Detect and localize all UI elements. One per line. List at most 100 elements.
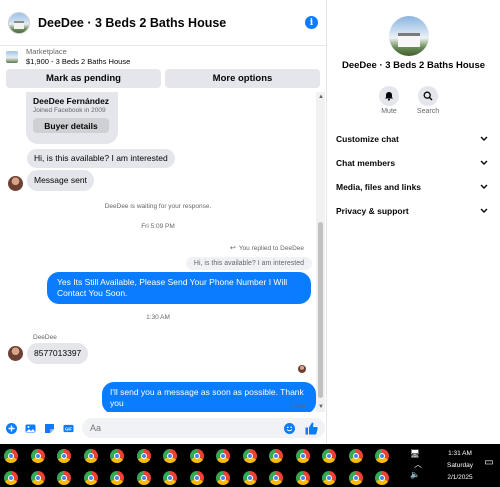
browser-icon[interactable] xyxy=(189,471,204,485)
browser-icon[interactable] xyxy=(295,449,310,463)
browser-icon[interactable] xyxy=(348,471,363,485)
network-icon[interactable]: 🖥 xyxy=(408,449,422,458)
message-bubble-outgoing: Yes Its Still Available, Please Send You… xyxy=(47,272,311,304)
browser-icon[interactable] xyxy=(30,471,45,485)
sender-name: DeeDee xyxy=(33,334,57,341)
message-bubble: 8577013397 xyxy=(27,343,89,364)
search-label: Search xyxy=(416,108,440,115)
buyer-details-button[interactable]: Buyer details xyxy=(33,118,109,133)
show-hidden-icons-icon[interactable]: ︿ xyxy=(398,459,438,470)
reply-indicator: ↩ You replied to DeeDee xyxy=(229,244,304,253)
mark-as-pending-button[interactable]: Mark as pending xyxy=(6,69,161,88)
listing-price-title[interactable]: $1,900 - 3 Beds 2 Baths House xyxy=(26,57,130,67)
browser-icon[interactable] xyxy=(4,449,18,463)
browser-icon[interactable] xyxy=(4,471,18,485)
browser-icon[interactable] xyxy=(83,471,98,485)
info-pane: DeeDee · 3 Beds 2 Baths House Mute Searc… xyxy=(327,0,500,444)
mute-label: Mute xyxy=(381,108,397,115)
clock-time[interactable]: 1:31 AM xyxy=(440,450,480,457)
buyer-card: DeeDee Fernández Joined Facebook in 2009… xyxy=(26,92,118,144)
clock-date[interactable]: 2/1/2025 xyxy=(440,474,480,481)
info-title[interactable]: DeeDee · 3 Beds 2 Baths House xyxy=(327,60,500,71)
browser-icon[interactable] xyxy=(295,471,310,485)
browser-icon[interactable] xyxy=(216,449,230,463)
conversation-avatar[interactable] xyxy=(8,11,30,34)
browser-icon[interactable] xyxy=(269,449,283,463)
avatar xyxy=(8,176,23,191)
read-receipt-avatar xyxy=(298,365,306,373)
browser-icon[interactable] xyxy=(375,471,389,485)
browser-icon[interactable] xyxy=(269,471,283,485)
browser-icon[interactable] xyxy=(136,449,151,463)
browser-icon[interactable] xyxy=(216,471,230,485)
browser-icon[interactable] xyxy=(110,471,124,485)
chat-pane: DeeDee · 3 Beds 2 Baths House i Marketpl… xyxy=(0,0,327,444)
section-customize-chat[interactable]: Customize chat xyxy=(336,130,488,148)
gif-icon[interactable]: GIF xyxy=(63,423,74,434)
svg-text:GIF: GIF xyxy=(65,426,72,431)
bell-icon[interactable] xyxy=(379,86,399,106)
message-scrollbar[interactable]: ▲ ▼ xyxy=(316,92,325,412)
chevron-down-icon xyxy=(480,134,488,144)
browser-icon[interactable] xyxy=(110,449,124,463)
quoted-message: Hi, is this available? I am interested xyxy=(185,257,312,270)
message-bubble: Message sent xyxy=(27,170,94,191)
like-icon[interactable] xyxy=(304,421,318,435)
browser-icon[interactable] xyxy=(30,449,45,463)
section-media-files-links[interactable]: Media, files and links xyxy=(336,178,488,196)
info-icon[interactable]: i xyxy=(305,16,318,29)
section-label: Media, files and links xyxy=(336,182,422,192)
conversation-avatar-large[interactable] xyxy=(389,16,429,56)
listing-thumbnail[interactable] xyxy=(6,51,18,63)
browser-icon[interactable] xyxy=(375,449,389,463)
timestamp: 1:30 AM xyxy=(146,314,170,321)
message-list: DeeDee Fernández Joined Facebook in 2009… xyxy=(0,92,316,412)
waiting-notice: DeeDee is waiting for your response. xyxy=(104,203,212,210)
avatar xyxy=(8,346,23,361)
buyer-joined: Joined Facebook in 2009 xyxy=(33,107,106,114)
chat-title[interactable]: DeeDee · 3 Beds 2 Baths House xyxy=(38,16,305,30)
taskbar: ︿ 🖥 🔈 1:31 AM Saturday 2/1/2025 ▭ xyxy=(0,444,500,487)
browser-icon[interactable] xyxy=(348,449,363,463)
chevron-down-icon xyxy=(480,158,488,168)
replied-to-label: You replied to DeeDee xyxy=(238,244,304,252)
search-icon[interactable] xyxy=(418,86,438,106)
scroll-down-icon[interactable]: ▼ xyxy=(318,404,324,410)
timestamp: Fri 5:09 PM xyxy=(141,223,175,230)
more-options-button[interactable]: More options xyxy=(165,69,320,88)
section-chat-members[interactable]: Chat members xyxy=(336,154,488,172)
scroll-thumb[interactable] xyxy=(318,222,323,398)
section-label: Privacy & support xyxy=(336,206,409,216)
browser-icon[interactable] xyxy=(163,449,177,463)
system-tray: ︿ 🖥 🔈 1:31 AM Saturday 2/1/2025 ▭ xyxy=(404,444,500,487)
browser-icon[interactable] xyxy=(57,449,71,463)
browser-icon[interactable] xyxy=(242,449,257,463)
buyer-name: DeeDee Fernández xyxy=(33,96,110,106)
browser-icon[interactable] xyxy=(322,471,336,485)
browser-icon[interactable] xyxy=(136,471,151,485)
mute-button[interactable]: Mute xyxy=(371,86,407,115)
browser-icon[interactable] xyxy=(242,471,257,485)
sent-status: Sent xyxy=(292,403,306,410)
listing-banner: Marketplace $1,900 - 3 Beds 2 Baths Hous… xyxy=(0,46,326,92)
chat-header: DeeDee · 3 Beds 2 Baths House i xyxy=(0,0,326,46)
clock-day[interactable]: Saturday xyxy=(440,462,480,469)
browser-icon[interactable] xyxy=(83,449,98,463)
browser-icon[interactable] xyxy=(322,449,336,463)
photo-icon[interactable] xyxy=(25,423,36,434)
volume-icon[interactable]: 🔈 xyxy=(408,470,422,479)
browser-icon[interactable] xyxy=(163,471,177,485)
emoji-icon[interactable] xyxy=(284,422,295,434)
message-bubble-outgoing: I'll send you a message as soon as possi… xyxy=(102,382,316,412)
scroll-up-icon[interactable]: ▲ xyxy=(318,94,324,100)
composer: GIF xyxy=(0,412,327,444)
browser-icon[interactable] xyxy=(189,449,204,463)
notifications-icon[interactable]: ▭ xyxy=(482,457,496,468)
plus-icon[interactable] xyxy=(6,422,17,434)
reply-icon: ↩ xyxy=(229,245,236,252)
sticker-icon[interactable] xyxy=(44,423,55,434)
section-label: Chat members xyxy=(336,158,396,168)
search-button[interactable]: Search xyxy=(410,86,446,115)
browser-icon[interactable] xyxy=(57,471,71,485)
section-privacy-support[interactable]: Privacy & support xyxy=(336,202,488,220)
